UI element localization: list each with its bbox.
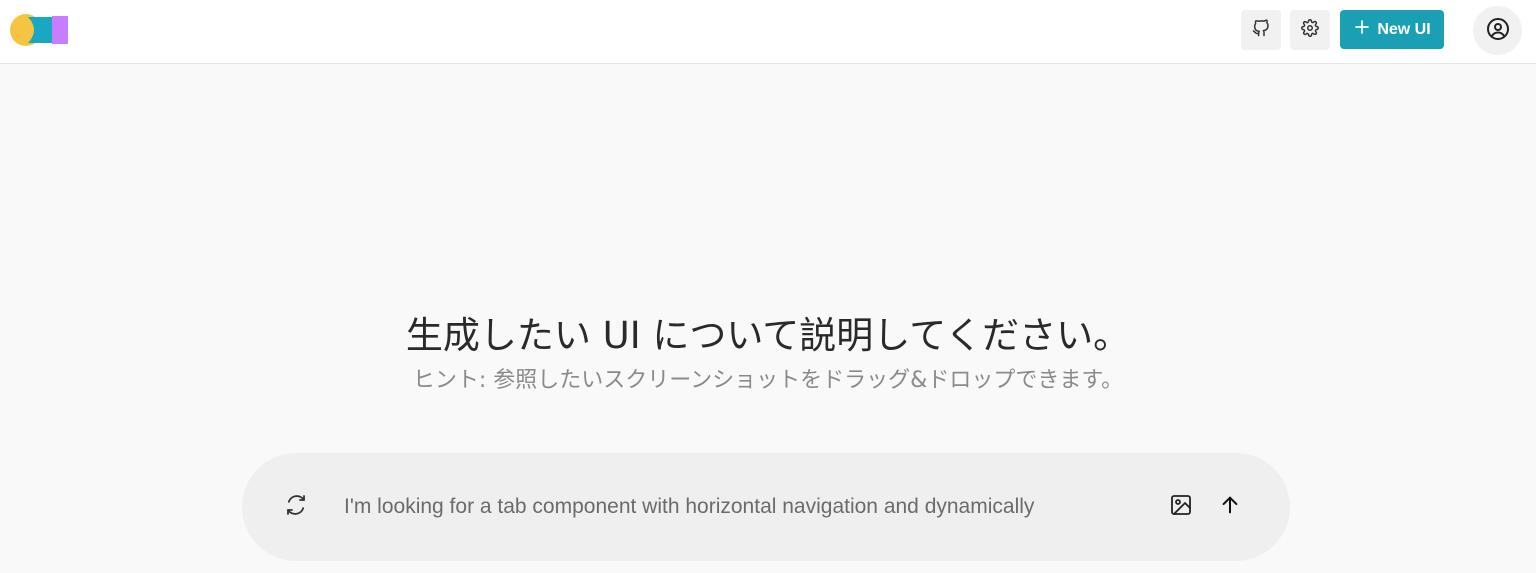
new-ui-button[interactable]: New UI [1340,10,1444,49]
prompt-input[interactable] [344,490,1144,524]
image-icon [1169,493,1193,521]
github-button[interactable] [1241,10,1281,50]
refresh-suggestion-button[interactable] [280,491,312,523]
refresh-icon [284,493,308,521]
user-circle-icon [1486,17,1510,45]
hint-text: ヒント: 参照したいスクリーンショットをドラッグ&ドロップできます。 [412,368,1124,393]
page-heading: 生成したい UI について説明してください。 [405,314,1131,357]
plus-icon [1353,18,1371,41]
github-icon [1252,19,1270,41]
upload-image-button[interactable] [1166,492,1196,522]
settings-button[interactable] [1290,10,1330,50]
top-bar: New UI [0,0,1536,64]
new-ui-label: New UI [1377,20,1431,38]
send-button[interactable] [1215,492,1245,522]
app-logo[interactable] [8,13,70,47]
account-button[interactable] [1473,6,1522,55]
gear-icon [1301,19,1319,41]
arrow-up-icon [1219,494,1241,520]
